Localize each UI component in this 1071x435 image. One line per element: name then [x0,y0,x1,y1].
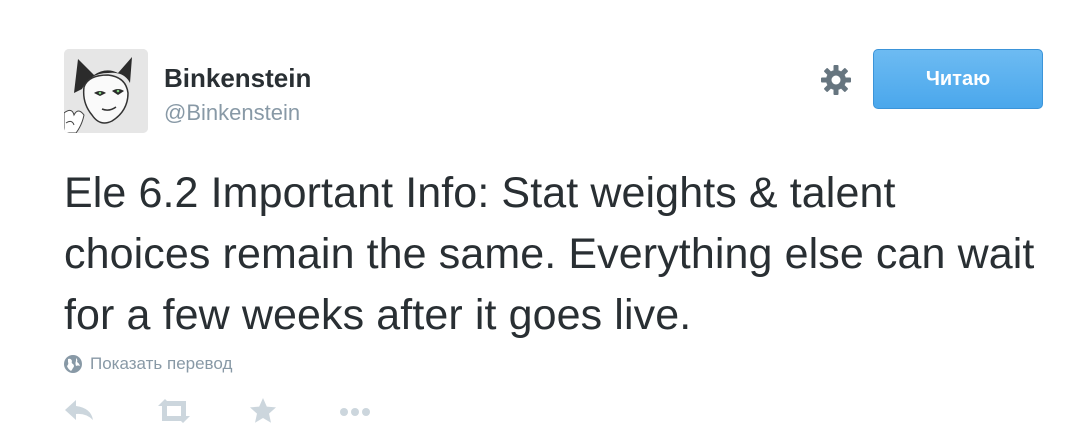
retweet-icon[interactable] [154,396,194,431]
tweet-text: Ele 6.2 Important Info: Stat weights & t… [64,169,1035,339]
screen-name[interactable]: @Binkenstein [164,99,300,127]
avatar[interactable] [64,49,148,133]
display-name[interactable]: Binkenstein [164,62,311,94]
translate-label: Показать перевод [90,354,233,373]
tweet-card: Binkenstein @Binkenstein Читаю Ele 6.2 I… [0,0,1071,435]
globe-icon [64,355,82,373]
reply-icon[interactable] [62,396,96,431]
gear-icon[interactable] [818,62,854,98]
follow-button-label: Читаю [925,67,991,90]
more-icon[interactable] [336,396,376,431]
translate-link[interactable]: Показать перевод [63,354,232,374]
follow-button[interactable]: Читаю [873,49,1043,109]
favorite-icon[interactable] [248,396,278,431]
